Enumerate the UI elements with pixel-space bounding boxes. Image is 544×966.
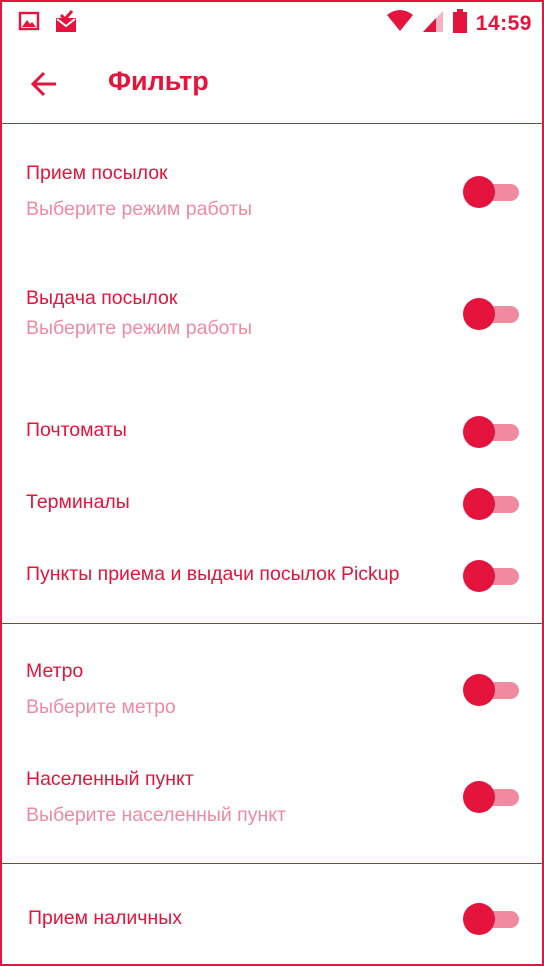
filter-label: Почтоматы [26,419,127,441]
toggle-thumb [463,674,495,706]
section-divider [2,623,542,624]
back-button[interactable] [24,64,64,104]
filter-row-metro[interactable]: Метро Выберите метро [2,650,542,730]
terminals-toggle[interactable] [463,488,521,520]
cash-toggle[interactable] [463,903,521,935]
toggle-thumb [463,781,495,813]
filter-row-terminals[interactable]: Терминалы [2,478,542,528]
filter-label: Прием посылок [26,162,168,184]
filter-label: Населенный пункт [26,768,194,790]
metro-toggle[interactable] [463,674,521,706]
filter-sublabel[interactable]: Выберите населенный пункт [26,804,286,827]
filter-sublabel[interactable]: Выберите метро [26,696,176,719]
pickup-toggle[interactable] [463,560,521,592]
filter-row-parcel-lockers[interactable]: Почтоматы [2,406,542,456]
parcel-lockers-toggle[interactable] [463,416,521,448]
filter-label: Выдача посылок [26,287,178,309]
toggle-thumb [463,298,495,330]
image-notification-icon [18,10,40,39]
filter-sublabel[interactable]: Выберите режим работы [26,317,252,340]
filter-sublabel[interactable]: Выберите режим работы [26,198,252,221]
clock: 14:59 [475,11,532,35]
header-divider [2,123,542,124]
toggle-thumb [463,560,495,592]
system-icons: 14:59 [386,8,532,39]
mail-check-notification-icon [54,10,78,39]
notification-icons [18,10,78,39]
toggle-thumb [463,903,495,935]
toolbar: Фильтр [2,44,542,124]
filter-label: Метро [26,660,84,682]
toggle-thumb [463,176,495,208]
receive-toggle[interactable] [463,176,521,208]
filter-row-cash[interactable]: Прием наличных [2,894,542,944]
issue-toggle[interactable] [463,298,521,330]
cell-signal-icon [422,9,444,38]
page-title: Фильтр [108,66,209,96]
filter-row-locality[interactable]: Населенный пункт Выберите населенный пун… [2,758,542,838]
toggle-thumb [463,488,495,520]
section-divider [2,863,542,864]
filter-label: Прием наличных [28,907,183,929]
locality-toggle[interactable] [463,781,521,813]
screen: 14:59 Фильтр Прием посылок Выберите режи… [0,0,544,966]
filter-label: Пункты приема и выдачи посылок Pickup [26,563,400,585]
wifi-icon [386,9,414,38]
filter-row-receive[interactable]: Прием посылок Выберите режим работы [2,152,542,242]
filter-row-pickup[interactable]: Пункты приема и выдачи посылок Pickup [2,550,542,600]
battery-icon [452,8,468,39]
arrow-left-icon [30,71,56,97]
filter-label: Терминалы [26,491,130,513]
toggle-thumb [463,416,495,448]
filter-row-issue[interactable]: Выдача посылок Выберите режим работы [2,280,542,360]
status-bar: 14:59 [2,2,542,44]
